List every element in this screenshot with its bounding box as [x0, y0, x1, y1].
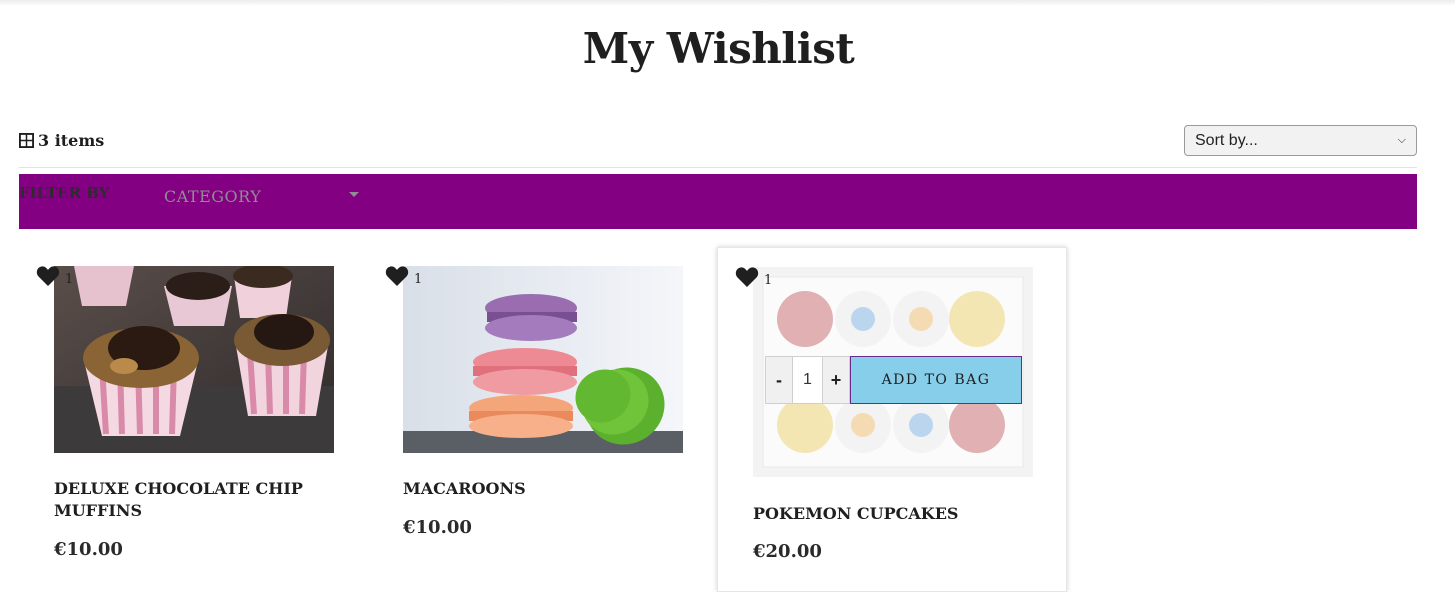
heart-icon[interactable]	[735, 266, 759, 288]
items-count: 3 items	[19, 131, 104, 150]
page-title: My Wishlist	[582, 24, 855, 73]
category-dropdown[interactable]: CATEGORY	[164, 187, 359, 209]
items-count-label: 3 items	[38, 131, 105, 150]
product-card[interactable]: 1 DELUXE CHOCOLATE CHIP MUFFINS €10.00	[19, 247, 369, 592]
divider	[19, 167, 1417, 168]
wishlist-count: 1	[764, 273, 773, 288]
product-image-macaroons[interactable]	[403, 266, 683, 453]
add-to-bag-button[interactable]: ADD TO BAG	[850, 356, 1022, 404]
quantity-input[interactable]: 1	[793, 356, 822, 404]
product-card[interactable]: - 1 + ADD TO BAG 1 POKEMON CUPCAKES €20.…	[717, 247, 1067, 592]
quantity-decrease-button[interactable]: -	[765, 356, 793, 404]
product-name[interactable]: DELUXE CHOCOLATE CHIP MUFFINS	[54, 478, 324, 522]
chevron-down-icon: ⌵	[1397, 134, 1406, 146]
quantity-controls: - 1 + ADD TO BAG	[765, 356, 1022, 404]
product-price: €20.00	[753, 541, 822, 562]
sort-select-label: Sort by...	[1195, 131, 1258, 149]
product-name[interactable]: POKEMON CUPCAKES	[753, 503, 1023, 525]
filter-bar: FILTER BY CATEGORY	[19, 174, 1417, 229]
quantity-increase-button[interactable]: +	[822, 356, 850, 404]
product-name[interactable]: MACAROONS	[403, 478, 673, 500]
wishlist-count: 1	[65, 272, 74, 287]
filter-label: FILTER BY	[19, 184, 110, 202]
product-image-muffins[interactable]	[54, 266, 334, 453]
sort-select[interactable]: Sort by... ⌵	[1184, 125, 1417, 156]
product-card[interactable]: 1 MACAROONS €10.00	[368, 247, 718, 592]
top-shadow	[0, 0, 1455, 6]
product-price: €10.00	[54, 539, 123, 560]
product-price: €10.00	[403, 517, 472, 538]
category-dropdown-label: CATEGORY	[164, 187, 262, 206]
wishlist-count: 1	[414, 272, 423, 287]
grid-icon	[19, 133, 34, 148]
caret-down-icon	[349, 192, 359, 197]
heart-icon[interactable]	[385, 265, 409, 287]
heart-icon[interactable]	[36, 265, 60, 287]
